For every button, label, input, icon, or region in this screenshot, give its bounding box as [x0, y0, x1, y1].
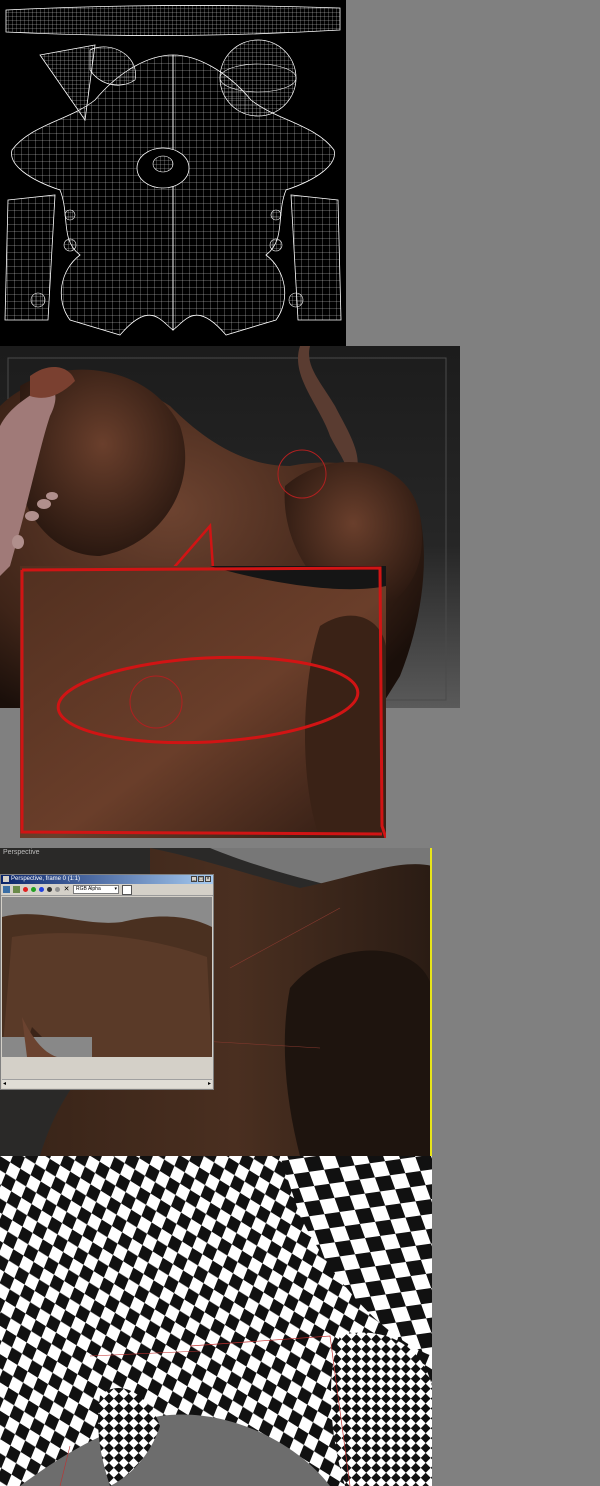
- render-toolbar: ✕ RGB Alpha ▾: [1, 884, 213, 896]
- window-titlebar[interactable]: Perspective, frame 0 (1:1) _ □ ×: [1, 875, 213, 884]
- clear-icon[interactable]: ✕: [63, 886, 70, 893]
- viewport-label: Perspective: [3, 849, 40, 856]
- copy-icon[interactable]: [13, 886, 20, 893]
- red-channel-toggle[interactable]: [23, 887, 28, 892]
- viewport-active-border: [430, 848, 432, 1156]
- uv-layout-panel: [0, 0, 346, 346]
- rendered-image: [2, 897, 212, 1057]
- minimize-button[interactable]: _: [191, 876, 197, 882]
- scroll-left-icon[interactable]: ◂: [3, 1080, 6, 1087]
- window-title: Perspective, frame 0 (1:1): [11, 876, 81, 882]
- alpha-channel-toggle[interactable]: [47, 887, 52, 892]
- mono-channel-toggle[interactable]: [55, 887, 60, 892]
- blue-channel-toggle[interactable]: [39, 887, 44, 892]
- scroll-right-icon[interactable]: ▸: [208, 1080, 211, 1087]
- app-icon: [3, 876, 9, 882]
- maximize-button[interactable]: □: [198, 876, 204, 882]
- channel-select[interactable]: RGB Alpha ▾: [73, 885, 119, 894]
- close-button[interactable]: ×: [205, 876, 211, 882]
- annotation-drawing: [20, 566, 386, 838]
- save-icon[interactable]: [3, 886, 10, 893]
- checker-render: [0, 1156, 432, 1486]
- chevron-down-icon: ▾: [114, 886, 117, 892]
- uv-wireframe: [4, 5, 342, 336]
- checker-viewport[interactable]: [0, 1156, 432, 1486]
- color-swatch[interactable]: [122, 884, 132, 895]
- horizontal-scrollbar[interactable]: ◂ ▸: [2, 1079, 212, 1088]
- green-channel-toggle[interactable]: [31, 887, 36, 892]
- annotation-closeup: [20, 566, 386, 838]
- channel-select-value: RGB Alpha: [76, 886, 101, 892]
- render-frame-window[interactable]: Perspective, frame 0 (1:1) _ □ × ✕ RGB A…: [0, 874, 214, 1090]
